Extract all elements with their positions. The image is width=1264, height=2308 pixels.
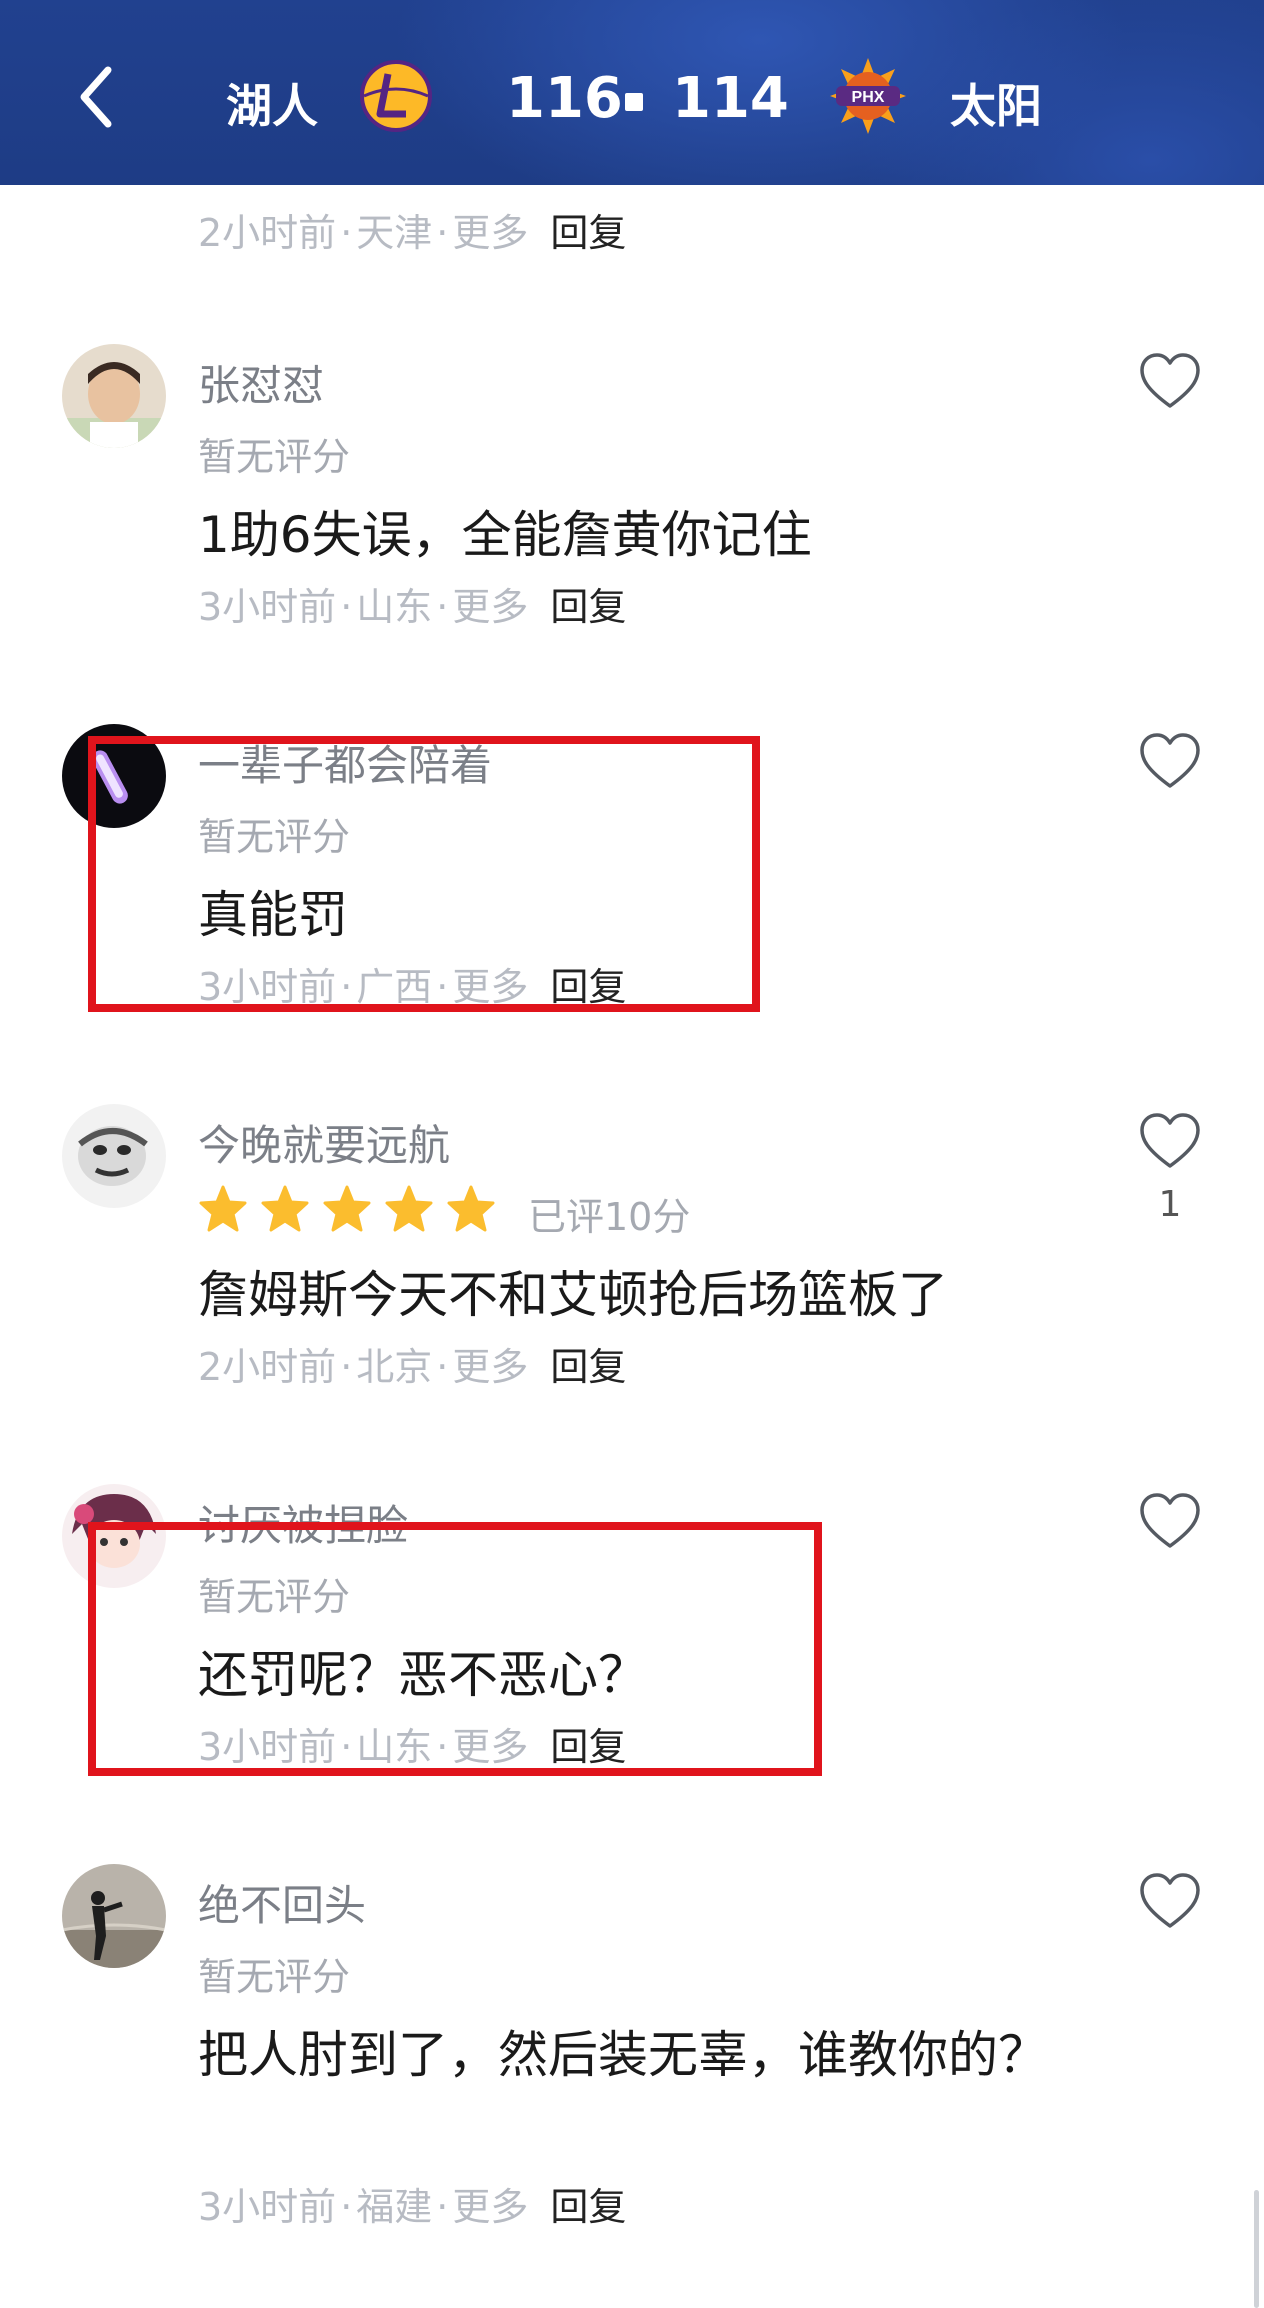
star-icon: [447, 1185, 495, 1232]
comment-time: 3小时前: [198, 585, 337, 629]
heart-icon[interactable]: [1138, 352, 1202, 412]
red-highlight-box: [88, 736, 760, 1012]
reply-button[interactable]: 回复: [550, 2185, 626, 2229]
heart-icon[interactable]: [1138, 1112, 1202, 1172]
comment-location: 北京: [356, 1345, 433, 1389]
heart-icon[interactable]: [1138, 1492, 1202, 1552]
away-team-name[interactable]: 太阳: [950, 70, 1042, 136]
comment-meta: 3小时前 · 福建 · 更多 回复: [198, 2185, 627, 2229]
comment-meta: 2小时前 · 北京 · 更多 回复: [198, 1345, 627, 1389]
rating-status: 暂无评分: [198, 435, 351, 479]
heart-icon[interactable]: [1138, 1872, 1202, 1932]
home-score: 116: [506, 66, 623, 131]
comment-meta: 3小时前 · 山东 · 更多 回复: [198, 585, 627, 629]
suns-logo-icon[interactable]: PHX: [830, 58, 906, 134]
avatar[interactable]: [62, 1104, 166, 1208]
avatar[interactable]: [62, 344, 166, 448]
suns-logo-text: PHX: [852, 89, 885, 106]
comment-location: 福建: [356, 2185, 433, 2229]
username[interactable]: 绝不回头: [198, 1872, 366, 1933]
rating-status: 暂无评分: [198, 1955, 351, 1999]
star-icon: [199, 1185, 247, 1232]
like-count: 1: [1158, 1184, 1182, 1225]
more-link[interactable]: 更多: [452, 211, 528, 255]
avatar[interactable]: [62, 1864, 166, 1968]
heart-icon[interactable]: [1138, 732, 1202, 792]
away-score: 114: [672, 66, 789, 131]
more-link[interactable]: 更多: [452, 585, 528, 629]
game-header: 湖人 116 114 PHX 太阳: [0, 0, 1264, 185]
star-icon: [261, 1185, 309, 1232]
more-link[interactable]: 更多: [452, 2185, 528, 2229]
reply-button[interactable]: 回复: [550, 585, 626, 629]
scrollbar[interactable]: [1254, 2190, 1259, 2308]
comment-location: 山东: [356, 585, 433, 629]
score-separator: [625, 93, 643, 111]
comment-time: 2小时前: [198, 211, 337, 255]
star-icon: [385, 1185, 433, 1232]
previous-comment-meta: 2小时前 · 天津 · 更多 回复: [198, 211, 627, 255]
reply-button[interactable]: 回复: [550, 211, 626, 255]
username[interactable]: 张怼怼: [198, 352, 324, 413]
comment-time: 2小时前: [198, 1345, 337, 1389]
home-team-name[interactable]: 湖人: [226, 70, 318, 136]
star-icon: [323, 1185, 371, 1232]
username[interactable]: 今晚就要远航: [198, 1112, 450, 1173]
comment-text: 把人肘到了，然后装无辜，谁教你的？: [198, 2026, 1048, 2084]
comment-time: 3小时前: [198, 2185, 337, 2229]
reply-button[interactable]: 回复: [550, 1345, 626, 1389]
back-arrow-icon[interactable]: [72, 62, 122, 132]
star-rating: [198, 1184, 508, 1240]
comment-text: 詹姆斯今天不和艾顿抢后场篮板了: [198, 1266, 948, 1324]
comment-text: 1助6失误，全能詹黄你记住: [198, 506, 812, 564]
comment-location: 天津: [356, 211, 433, 255]
more-link[interactable]: 更多: [452, 1345, 528, 1389]
red-highlight-box: [88, 1522, 822, 1776]
lakers-logo-icon[interactable]: [358, 58, 434, 134]
rating-score: 已评10分: [528, 1195, 691, 1239]
